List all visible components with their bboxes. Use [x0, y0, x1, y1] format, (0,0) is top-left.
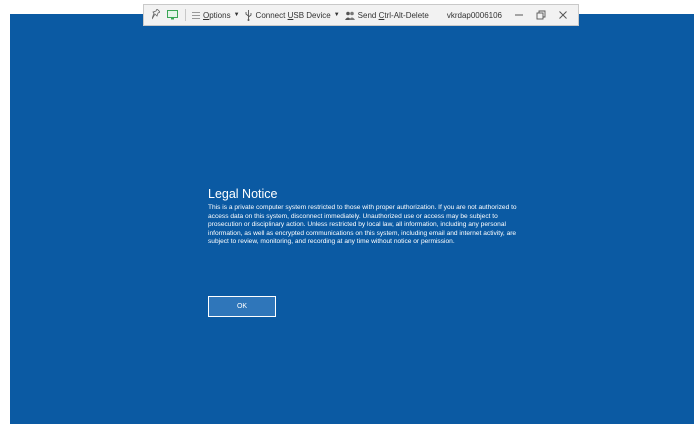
ok-button[interactable]: OK	[208, 296, 276, 317]
send-ctrl-alt-delete-label: Send Ctrl-Alt-Delete	[357, 10, 429, 20]
pin-icon[interactable]	[151, 8, 161, 22]
chevron-down-icon: ▼	[333, 12, 340, 18]
connect-usb-device-menu[interactable]: Connect USB Device ▼	[256, 11, 340, 20]
options-menu[interactable]: Options ▼	[203, 11, 240, 20]
restore-icon[interactable]	[532, 6, 550, 24]
menu-icon	[191, 8, 200, 22]
toolbar-separator	[185, 9, 186, 21]
screen: Options ▼ Connect USB Device ▼ Send Ctrl…	[0, 0, 700, 427]
options-label: Options	[203, 10, 231, 20]
minimize-icon[interactable]	[510, 6, 528, 24]
usb-icon	[245, 8, 253, 22]
legal-notice: Legal Notice This is a private computer …	[208, 187, 518, 247]
send-ctrl-alt-delete-button[interactable]: Send Ctrl-Alt-Delete	[358, 11, 429, 20]
chevron-down-icon: ▼	[233, 12, 240, 18]
monitor-icon[interactable]	[166, 8, 178, 22]
connect-usb-label: Connect USB Device	[255, 10, 331, 20]
legal-notice-title: Legal Notice	[208, 187, 278, 201]
legal-notice-body: This is a private computer system restri…	[208, 204, 517, 246]
remote-session-toolbar: Options ▼ Connect USB Device ▼ Send Ctrl…	[143, 4, 579, 26]
ctrl-alt-del-icon	[344, 8, 355, 22]
host-name: vkrdap0006106	[446, 10, 502, 20]
close-icon[interactable]	[554, 6, 572, 24]
